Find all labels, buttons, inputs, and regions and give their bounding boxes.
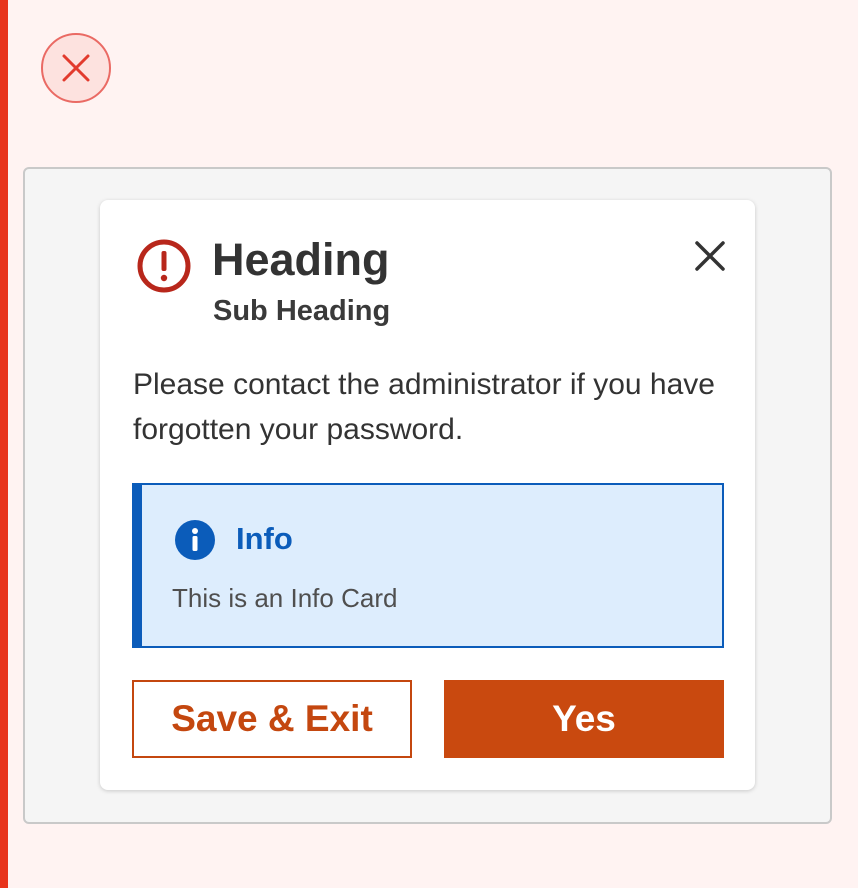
close-circle-icon — [62, 54, 90, 82]
dismiss-button[interactable] — [41, 33, 111, 103]
close-icon — [695, 241, 725, 271]
info-card-text: This is an Info Card — [172, 583, 398, 613]
dialog-message: Please contact the administrator if you … — [133, 368, 715, 446]
info-card-title: Info — [236, 521, 293, 556]
error-accent-bar — [0, 0, 8, 888]
info-icon — [175, 520, 215, 560]
close-button[interactable] — [690, 236, 730, 276]
alert-circle-icon — [137, 239, 191, 293]
yes-button[interactable]: Yes — [444, 680, 724, 758]
save-and-exit-button[interactable]: Save & Exit — [132, 680, 412, 758]
dialog-subheading: Sub Heading — [213, 295, 391, 327]
dialog-heading: Heading — [212, 234, 390, 285]
modal-dialog: Heading Sub Heading Please contact the a… — [100, 200, 755, 790]
info-card: Info This is an Info Card — [132, 483, 724, 648]
